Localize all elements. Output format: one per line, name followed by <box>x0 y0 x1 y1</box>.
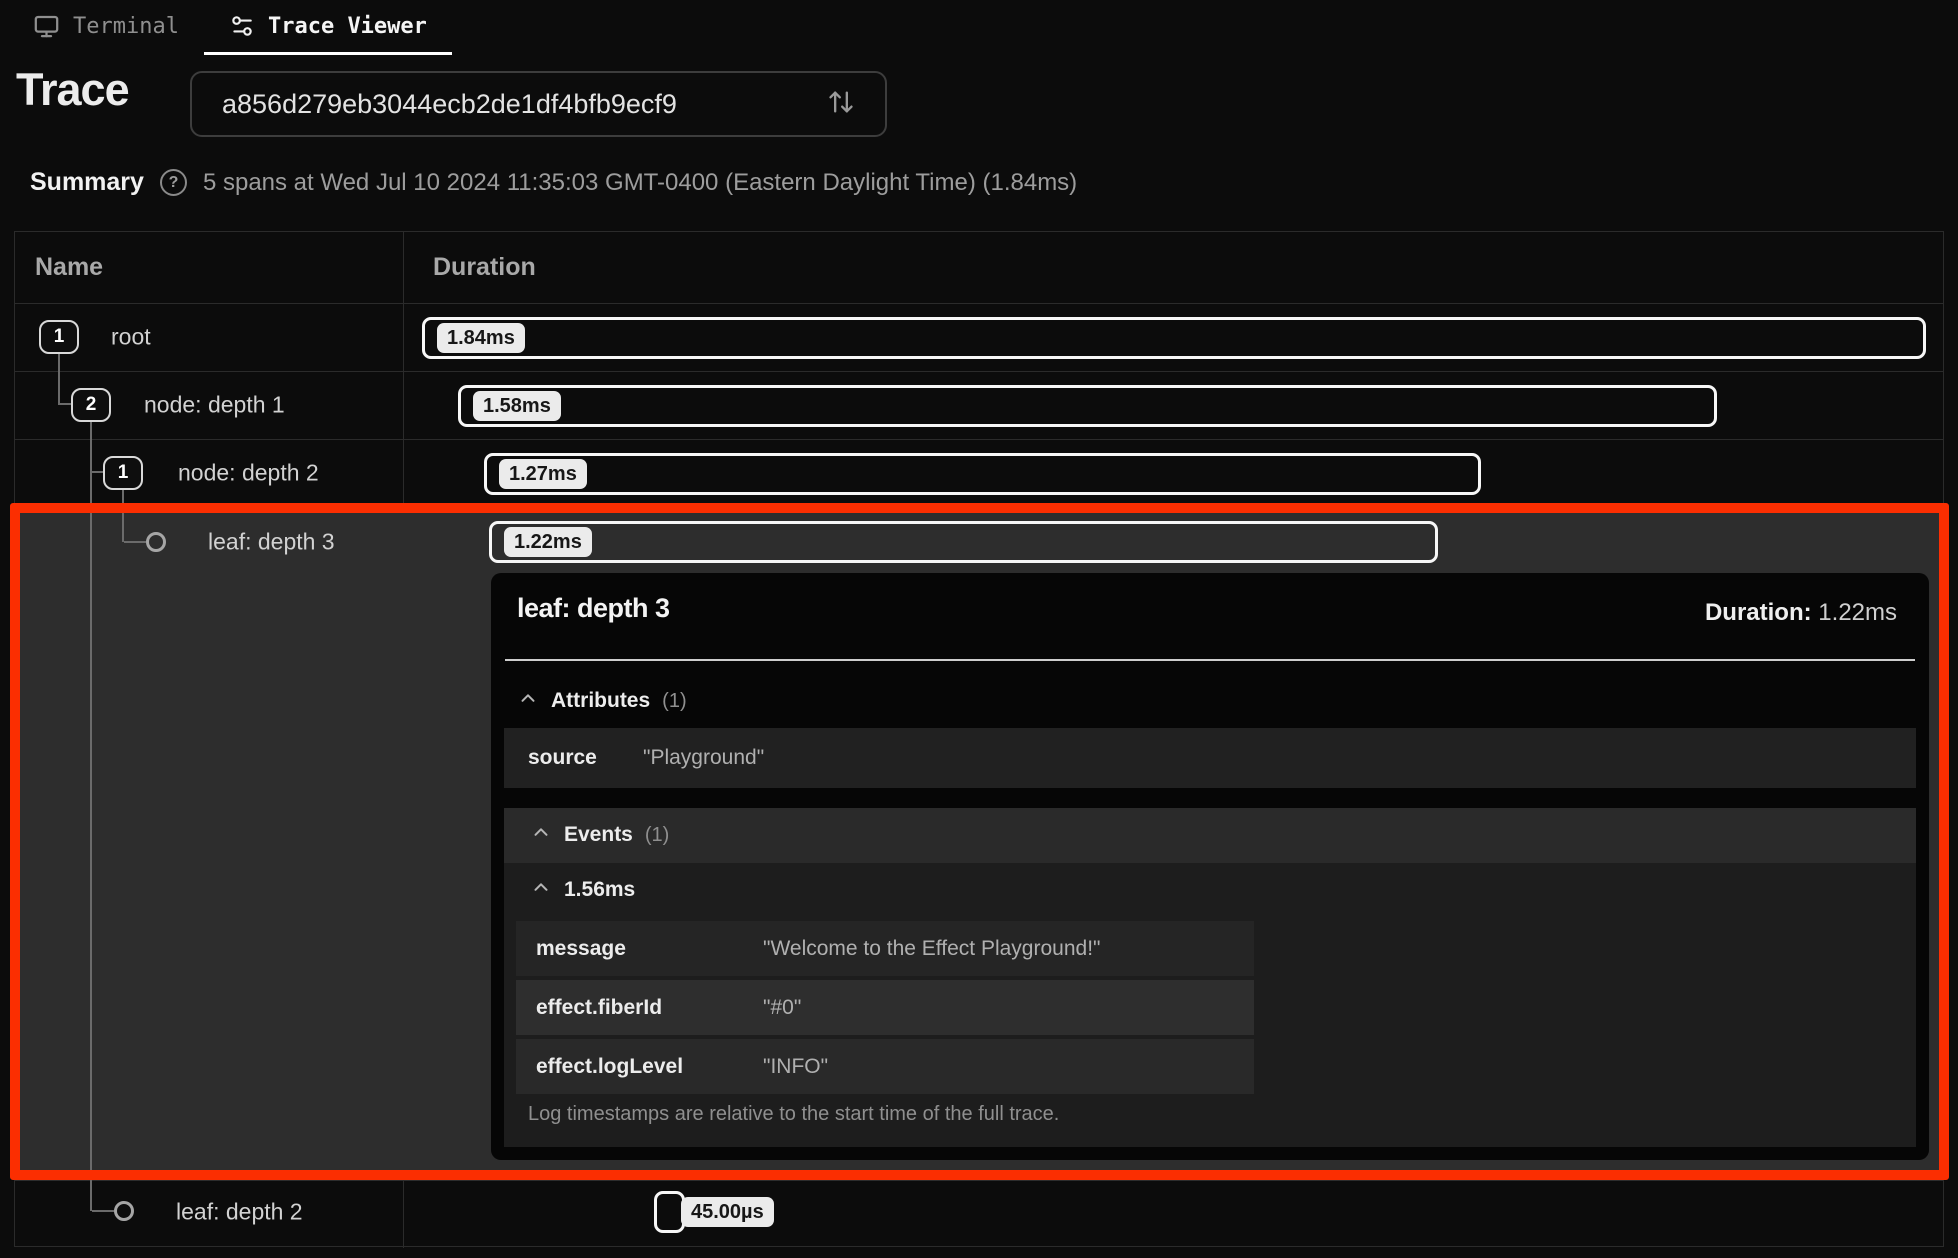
duration-value-pill: 45.00µs <box>681 1197 774 1227</box>
span-label-node-depth-1[interactable]: node: depth 1 <box>144 392 285 419</box>
tree-line <box>90 422 92 1211</box>
span-label-node-depth-2[interactable]: node: depth 2 <box>178 460 319 487</box>
event-key: effect.logLevel <box>536 1054 684 1078</box>
event-row-loglevel: effect.logLevel "INFO" <box>516 1039 1254 1094</box>
duration-bar-node-depth-2[interactable]: 1.27ms <box>484 453 1481 495</box>
arrow-up-down-icon <box>827 88 855 121</box>
column-header-duration: Duration <box>433 253 536 281</box>
tab-terminal[interactable]: Terminal <box>18 0 194 55</box>
tab-terminal-label: Terminal <box>73 13 179 39</box>
leaf-marker-depth-2 <box>114 1201 134 1221</box>
summary-text: 5 spans at Wed Jul 10 2024 11:35:03 GMT-… <box>202 168 1078 196</box>
detail-span-title: leaf: depth 3 <box>517 593 670 623</box>
help-icon[interactable]: ? <box>159 169 187 196</box>
tree-line <box>92 471 103 473</box>
leaf-marker-depth-3 <box>146 532 166 552</box>
duration-value-pill: 1.58ms <box>473 391 561 421</box>
attributes-section-toggle[interactable]: Attributes (1) <box>517 685 687 717</box>
event-timestamp: 1.56ms <box>564 878 636 901</box>
duration-bar-root[interactable]: 1.84ms <box>422 317 1926 359</box>
event-time-toggle[interactable]: 1.56ms <box>530 874 635 906</box>
trace-select-value: a856d279eb3044ecb2de1df4bfb9ecf9 <box>222 88 677 119</box>
trace-select[interactable]: a856d279eb3044ecb2de1df4bfb9ecf9 <box>190 71 887 137</box>
duration-value-pill: 1.27ms <box>499 459 587 489</box>
row-divider <box>15 439 1943 440</box>
span-badge-node-depth-1[interactable]: 2 <box>71 388 111 422</box>
tree-line <box>122 490 124 542</box>
row-divider <box>15 303 1943 304</box>
tree-line <box>59 403 71 405</box>
column-divider <box>403 1181 404 1248</box>
attribute-row: source "Playground" <box>504 728 1916 788</box>
help-glyph: ? <box>168 173 179 191</box>
terminal-monitor-icon <box>33 13 60 40</box>
span-detail-panel: leaf: depth 3 Duration: 1.22ms Attribute… <box>491 573 1929 1160</box>
event-attributes-table: message "Welcome to the Effect Playgroun… <box>516 921 1254 1098</box>
events-section-toggle[interactable]: Events (1) <box>530 819 669 851</box>
duration-value-pill: 1.22ms <box>504 527 592 557</box>
span-badge-node-depth-2[interactable]: 1 <box>103 456 143 490</box>
detail-duration-label: Duration: <box>1704 599 1812 626</box>
duration-bar-node-depth-1[interactable]: 1.58ms <box>458 385 1717 427</box>
events-section: Events (1) 1.56ms message "Welcome to th… <box>504 808 1916 1147</box>
span-badge-root[interactable]: 1 <box>39 320 79 354</box>
summary-label: Summary <box>30 168 144 196</box>
sliders-icon <box>229 13 255 39</box>
tab-trace-viewer[interactable]: Trace Viewer <box>203 0 452 55</box>
events-count: (1) <box>644 823 670 846</box>
chevron-up-icon <box>530 822 552 849</box>
event-row-fiberid: effect.fiberId "#0" <box>516 980 1254 1035</box>
page-title: Trace <box>16 64 130 115</box>
tab-bar: Terminal Trace Viewer <box>0 0 452 55</box>
event-row-message: message "Welcome to the Effect Playgroun… <box>516 921 1254 976</box>
tree-line <box>58 354 60 405</box>
chevron-up-icon <box>517 688 539 715</box>
event-value: "INFO" <box>763 1054 829 1078</box>
event-value: "#0" <box>763 995 802 1019</box>
duration-value-pill: 1.84ms <box>437 323 525 353</box>
detail-duration-value: 1.22ms <box>1818 599 1897 626</box>
event-key: effect.fiberId <box>536 995 663 1019</box>
tab-trace-viewer-label: Trace Viewer <box>267 13 427 39</box>
tree-line <box>92 1210 114 1212</box>
attributes-count: (1) <box>662 689 687 712</box>
event-value: "Welcome to the Effect Playground!" <box>763 936 1101 960</box>
events-header-band: Events (1) <box>504 808 1916 863</box>
trace-viewer-app: Terminal Trace Viewer Trace a856d279eb30… <box>0 0 1958 1258</box>
duration-bar-leaf-depth-2[interactable]: 45.00µs <box>654 1191 774 1233</box>
events-footnote: Log timestamps are relative to the start… <box>528 1103 1060 1125</box>
events-title: Events <box>564 823 633 846</box>
summary-row: Summary ? 5 spans at Wed Jul 10 2024 11:… <box>30 168 1077 197</box>
attribute-value: "Playground" <box>643 746 765 769</box>
event-key: message <box>536 936 626 960</box>
row-divider <box>15 371 1943 372</box>
column-divider <box>403 232 404 507</box>
tree-line <box>124 541 146 543</box>
duration-bar-leaf-depth-3[interactable]: 1.22ms <box>489 521 1438 563</box>
attributes-title: Attributes <box>551 689 651 712</box>
span-label-leaf-depth-2[interactable]: leaf: depth 2 <box>176 1199 303 1226</box>
span-label-root[interactable]: root <box>111 324 151 351</box>
span-label-leaf-depth-3[interactable]: leaf: depth 3 <box>208 529 335 556</box>
chevron-up-icon <box>530 877 552 904</box>
attribute-key: source <box>528 746 597 769</box>
panel-divider <box>505 659 1915 661</box>
detail-duration: Duration: 1.22ms <box>1705 599 1897 627</box>
column-header-name: Name <box>35 253 104 281</box>
